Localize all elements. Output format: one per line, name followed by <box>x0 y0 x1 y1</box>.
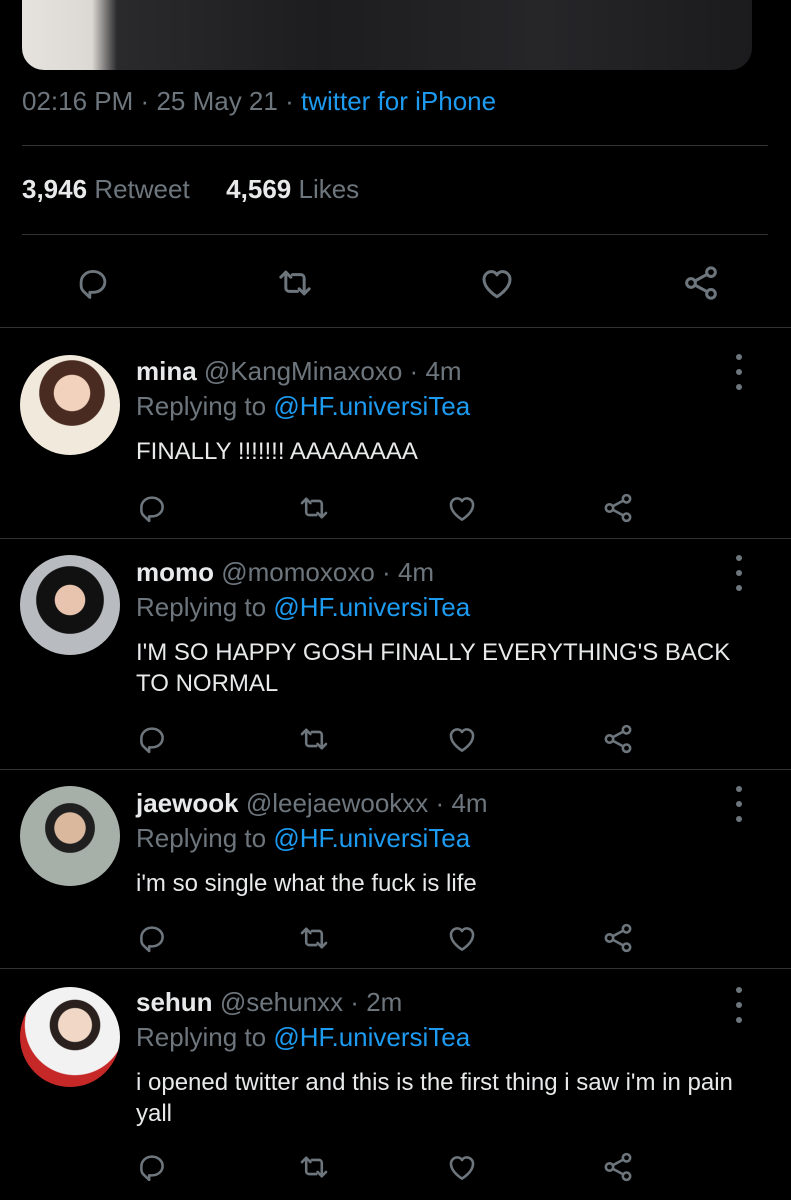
share-button[interactable] <box>598 1147 638 1187</box>
tweet-media-image[interactable] <box>22 0 752 70</box>
reply-author-line: momo @momoxoxo · 4m <box>136 557 435 587</box>
avatar[interactable] <box>20 786 120 886</box>
reply-button[interactable] <box>132 719 172 759</box>
avatar[interactable] <box>20 987 120 1087</box>
avatar[interactable] <box>20 555 120 655</box>
author-handle[interactable]: @sehunxx <box>220 987 343 1017</box>
tweet-source-link[interactable]: twitter for iPhone <box>301 86 496 116</box>
reply-button[interactable] <box>132 488 172 528</box>
retweet-button[interactable] <box>270 258 320 308</box>
reply-icon <box>140 1155 164 1182</box>
replying-to-handle[interactable]: @HF.universiTea <box>273 823 470 853</box>
reply-tweet[interactable]: momo @momoxoxo · 4m Replying to @HF.univ… <box>0 539 791 769</box>
reply-author-line: jaewook @leejaewookxx · 4m <box>136 788 488 818</box>
replying-to-line: Replying to @HF.universiTea <box>136 823 471 853</box>
reply-icon <box>140 727 164 754</box>
author-name[interactable]: sehun <box>136 987 213 1017</box>
like-count: 4,569 <box>226 174 292 204</box>
like-label: Likes <box>298 174 360 204</box>
reply-text: FINALLY !!!!!!! AAAAAAAA <box>136 438 418 465</box>
more-options-button[interactable] <box>727 786 751 822</box>
author-handle[interactable]: @KangMinaxoxo <box>204 356 402 386</box>
share-button[interactable] <box>598 488 638 528</box>
retweet-button[interactable] <box>294 719 334 759</box>
reply-button[interactable] <box>132 1147 172 1187</box>
heart-icon <box>449 1156 475 1180</box>
replying-to-handle[interactable]: @HF.universiTea <box>273 592 470 622</box>
tweet-time: 02:16 PM <box>22 86 134 116</box>
retweet-icon <box>300 728 328 750</box>
like-button[interactable] <box>442 488 482 528</box>
heart-icon <box>449 497 475 521</box>
share-button[interactable] <box>676 258 726 308</box>
author-name[interactable]: mina <box>136 356 197 386</box>
more-options-button[interactable] <box>727 354 751 390</box>
reply-age: 4m <box>425 356 462 386</box>
like-button[interactable] <box>442 719 482 759</box>
reply-text: i'm so single what the fuck is life <box>136 870 477 897</box>
like-button[interactable] <box>442 918 482 958</box>
reply-button[interactable] <box>132 918 172 958</box>
replying-to-handle[interactable]: @HF.universiTea <box>273 391 470 421</box>
heart-icon <box>449 728 475 752</box>
retweet-icon <box>279 270 311 296</box>
retweet-button[interactable] <box>294 488 334 528</box>
reply-tweet[interactable]: sehun @sehunxx · 2m Replying to @HF.univ… <box>0 969 791 1200</box>
heart-icon <box>482 270 512 299</box>
share-button[interactable] <box>598 918 638 958</box>
more-icon <box>736 354 742 360</box>
author-handle[interactable]: @leejaewookxx <box>246 788 428 818</box>
retweet-icon <box>300 927 328 949</box>
reply-icon <box>140 926 164 953</box>
reply-text: i opened twitter and this is the first t… <box>136 1069 733 1127</box>
heart-icon <box>449 927 475 951</box>
reply-text: I'M SO HAPPY GOSH FINALLY EVERYTHING'S B… <box>136 639 731 697</box>
retweet-stat[interactable]: 3,946 Retweet <box>22 174 197 204</box>
retweet-label: Retweet <box>94 174 190 204</box>
like-button[interactable] <box>442 1147 482 1187</box>
share-icon <box>604 493 632 523</box>
tweet-stats: 3,946 Retweet 4,569 Likes <box>22 174 359 205</box>
share-icon <box>604 1152 632 1182</box>
retweet-button[interactable] <box>294 1147 334 1187</box>
replying-to-line: Replying to @HF.universiTea <box>136 592 471 622</box>
reply-author-line: sehun @sehunxx · 2m <box>136 987 403 1017</box>
reply-icon <box>140 496 164 523</box>
retweet-button[interactable] <box>294 918 334 958</box>
reply-age: 4m <box>451 788 488 818</box>
more-options-button[interactable] <box>727 987 751 1023</box>
author-name[interactable]: jaewook <box>136 788 239 818</box>
reply-tweet[interactable]: jaewook @leejaewookxx · 4m Replying to @… <box>0 770 791 968</box>
likes-stat[interactable]: 4,569 Likes <box>226 174 359 204</box>
replying-to-handle[interactable]: @HF.universiTea <box>273 1022 470 1052</box>
avatar[interactable] <box>20 355 120 455</box>
reply-age: 2m <box>366 987 403 1017</box>
reply-icon <box>79 270 107 299</box>
reply-button[interactable] <box>68 258 118 308</box>
tweet-action-bar <box>0 258 791 308</box>
share-icon <box>685 266 717 300</box>
reply-age: 4m <box>397 557 435 587</box>
more-options-button[interactable] <box>727 555 751 591</box>
tweet-timestamp: 02:16 PM · 25 May 21 · twitter for iPhon… <box>22 86 497 116</box>
share-button[interactable] <box>598 719 638 759</box>
more-icon <box>736 786 742 792</box>
tweet-date: 25 May 21 <box>156 86 278 116</box>
retweet-count: 3,946 <box>22 174 88 204</box>
more-icon <box>736 555 742 561</box>
replying-to-line: Replying to @HF.universiTea <box>136 1022 471 1052</box>
replying-to-line: Replying to @HF.universiTea <box>136 391 471 421</box>
retweet-icon <box>300 497 328 519</box>
reply-tweet[interactable]: mina @KangMinaxoxo · 4m Replying to @HF.… <box>0 328 791 538</box>
reply-author-line: mina @KangMinaxoxo · 4m <box>136 356 462 386</box>
divider <box>22 234 768 235</box>
like-button[interactable] <box>472 258 522 308</box>
share-icon <box>604 923 632 953</box>
retweet-icon <box>300 1156 328 1178</box>
share-icon <box>604 724 632 754</box>
more-icon <box>736 987 742 993</box>
author-name[interactable]: momo <box>136 557 214 587</box>
author-handle[interactable]: @momoxoxo <box>221 557 375 587</box>
divider <box>22 145 768 146</box>
